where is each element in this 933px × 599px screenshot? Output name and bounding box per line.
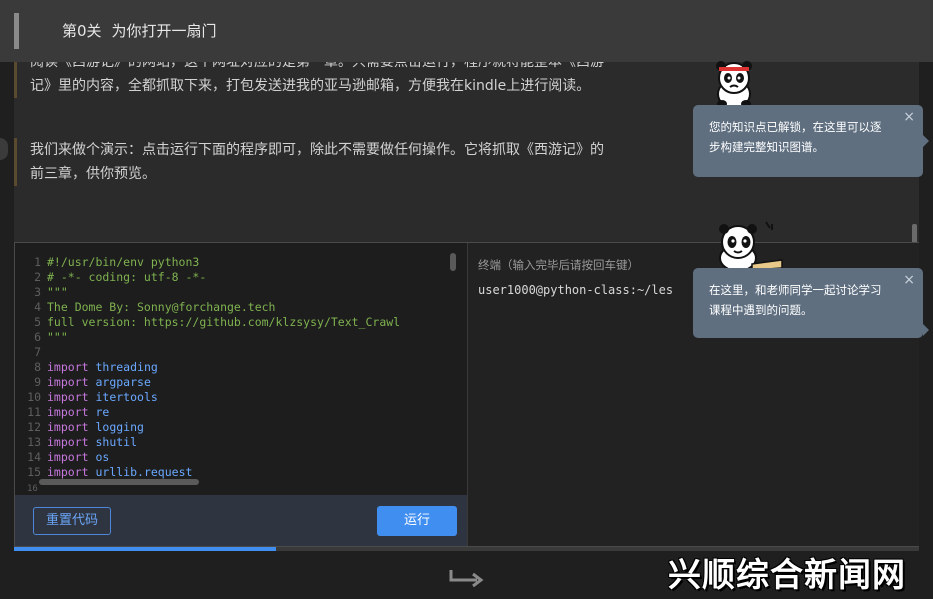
code-line[interactable]: 13 import shutil [15, 435, 400, 450]
code-keyword: import [47, 420, 89, 434]
close-icon[interactable]: × [903, 107, 915, 127]
code-module: logging [95, 420, 144, 434]
tooltip-line: 课程中遇到的问题。 [709, 303, 813, 317]
reset-code-button[interactable]: 重置代码 [33, 507, 111, 535]
code-line[interactable]: 14 import os [15, 450, 400, 465]
code-line[interactable]: 6 """ [15, 330, 400, 345]
code-line[interactable]: 2 # -*- coding: utf-8 -*- [15, 270, 400, 285]
progress-fill [14, 547, 277, 551]
line-number: 14 [27, 450, 41, 464]
lesson-paragraph-1: 阅读《西游记》的网站，这个网址对应的是第一章。只需要点击运行，程序就将能整本《西… [30, 62, 690, 98]
line-number: 9 [34, 375, 41, 389]
run-button[interactable]: 运行 [377, 506, 457, 536]
code-module: itertools [95, 390, 158, 404]
next-arrow-icon[interactable] [449, 566, 485, 588]
terminal-label: 终端（输入完毕后请按回车键） [478, 258, 639, 272]
code-lines[interactable]: 1 #!/usr/bin/env python3 2 # -*- coding: ut… [15, 255, 400, 480]
code-line[interactable]: 4 The Dome By: Sonny@forchange.tech [15, 300, 400, 315]
code-line[interactable]: 7 [15, 345, 400, 360]
code-text: #!/usr/bin/env python3 [47, 255, 200, 269]
code-keyword: import [47, 375, 89, 389]
editor-toolbar: 重置代码 运行 [15, 495, 467, 546]
page-scrollbar[interactable] [912, 224, 917, 244]
tooltip-line: 您的知识点已解锁，在这里可以逐 [709, 120, 882, 134]
line-number: 8 [34, 360, 41, 374]
code-text: # -*- coding: utf-8 -*- [47, 270, 207, 284]
level-number: 第0关 [62, 22, 102, 40]
code-keyword: import [47, 405, 89, 419]
tooltip-pointer [923, 135, 929, 147]
code-keyword: import [47, 435, 89, 449]
line-number: 2 [34, 270, 41, 284]
level-header: 第0关 为你打开一扇门 [0, 0, 933, 62]
lesson-line: 前三章，供你预览。 [30, 166, 156, 182]
line-number: 7 [34, 345, 41, 359]
code-line[interactable]: 15 import urllib.request [15, 465, 400, 480]
code-module: shutil [95, 435, 138, 449]
tooltip-line: 步构建完整知识图谱。 [709, 140, 824, 154]
code-line[interactable]: 9 import argparse [15, 375, 400, 390]
lesson-paragraph-2: 我们来做个演示：点击运行下面的程序即可，除此不需要做任何操作。它将抓取《西游记》… [30, 138, 690, 186]
code-line[interactable]: 12 import logging [15, 420, 400, 435]
code-keyword: import [47, 360, 89, 374]
paragraph-marker [14, 62, 17, 98]
code-text: """ [47, 330, 68, 344]
level-title: 第0关 为你打开一扇门 [62, 20, 217, 41]
code-keyword: import [47, 450, 89, 464]
tooltip-pointer [923, 324, 929, 336]
panda-reading-icon [719, 221, 783, 272]
line-number: 5 [34, 315, 41, 329]
lesson-line: 我们来做个演示：点击运行下面的程序即可，除此不需要做任何操作。它将抓取《西游记》… [30, 142, 604, 158]
code-editor[interactable]: 1 #!/usr/bin/env python3 2 # -*- coding: ut… [15, 243, 467, 495]
watermark-text: 兴顺综合新闻网 [668, 555, 906, 594]
line-number: 6 [34, 330, 41, 344]
code-text: full version: https://github.com/klzsysy… [47, 315, 401, 329]
code-module: os [95, 450, 110, 464]
code-module: argparse [95, 375, 151, 389]
level-name: 为你打开一扇门 [111, 22, 217, 40]
discussion-tooltip: × 在这里，和老师同学一起讨论学习 课程中遇到的问题。 [693, 268, 929, 338]
line-number: 1 [34, 255, 41, 269]
side-handle[interactable] [0, 138, 8, 160]
terminal-prompt[interactable]: user1000@python-class:~/les [478, 283, 673, 297]
line-number: 12 [27, 420, 41, 434]
code-keyword: import [47, 390, 89, 404]
code-text: """ [47, 285, 68, 299]
code-module: re [95, 405, 110, 419]
code-line[interactable]: 1 #!/usr/bin/env python3 [15, 255, 400, 270]
code-line[interactable]: 3 """ [15, 285, 400, 300]
line-number: 15 [27, 465, 41, 479]
paragraph-marker [14, 138, 17, 186]
tooltip-line: 在这里，和老师同学一起讨论学习 [709, 283, 882, 297]
code-module: urllib.request [95, 465, 193, 479]
code-text: The Dome By: Sonny@forchange.tech [47, 300, 276, 314]
line-number: 10 [27, 390, 41, 404]
line-number: 3 [34, 285, 41, 299]
editor-vertical-scrollbar[interactable] [450, 253, 456, 271]
editor-horizontal-scrollbar[interactable] [39, 479, 199, 485]
code-line[interactable]: 5 full version: https://github.com/klzsys… [15, 315, 400, 330]
line-number: 4 [34, 300, 41, 314]
line-number: 13 [27, 435, 41, 449]
panda-mascot-icon [716, 61, 752, 109]
line-number: 16 [27, 484, 38, 494]
lesson-line: 记》里的内容，全都抓取下来，打包发送进我的亚马逊邮箱，方便我在kindle上进行… [30, 78, 591, 94]
code-module: threading [95, 360, 158, 374]
knowledge-tooltip: × 您的知识点已解锁，在这里可以逐 步构建完整知识图谱。 [693, 105, 929, 177]
code-line[interactable]: 8 import threading [15, 360, 400, 375]
lesson-line: 阅读《西游记》的网站，这个网址对应的是第一章。只需要点击运行，程序就将能整本《西… [30, 62, 604, 70]
line-number: 11 [27, 405, 41, 419]
code-line[interactable]: 10 import itertools [15, 390, 400, 405]
close-icon[interactable]: × [903, 270, 915, 290]
code-keyword: import [47, 465, 89, 479]
header-accent-bar [14, 13, 19, 49]
code-line[interactable]: 11 import re [15, 405, 400, 420]
